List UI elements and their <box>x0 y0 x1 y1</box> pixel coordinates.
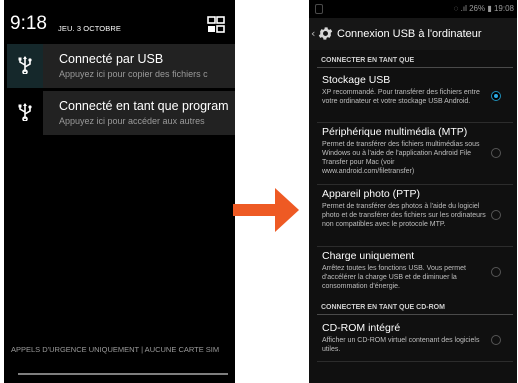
radio-button[interactable] <box>491 267 501 277</box>
left-phone-screen: 9:18 JEU. 3 OCTOBRE Connecté par USB App… <box>4 0 235 383</box>
option-title: CD-ROM intégré <box>322 322 401 334</box>
option-title: Appareil photo (PTP) <box>322 188 421 200</box>
notification-header: 9:18 JEU. 3 OCTOBRE <box>4 8 235 42</box>
option-title: Périphérique multimédia (MTP) <box>322 126 468 138</box>
usb-status-icon <box>315 4 323 14</box>
status-bar: ◌ .ıl 26% ▮ 19:08 <box>309 0 517 18</box>
notification-title: Connecté par USB <box>59 52 164 66</box>
list-divider <box>317 361 513 362</box>
radio-button-selected[interactable] <box>491 91 501 101</box>
clock-time: 9:18 <box>10 13 47 34</box>
battery-percent: 26% <box>469 4 486 13</box>
quick-settings-grid-icon[interactable] <box>207 16 225 33</box>
signal-icon: ◌ .ıl <box>453 4 470 13</box>
back-chevron-icon[interactable]: ‹ <box>311 27 315 40</box>
section-divider <box>317 67 513 68</box>
arrow-right-icon <box>233 188 299 232</box>
notification-subtitle: Appuyez ici pour accéder aux autres <box>59 116 205 126</box>
action-bar: ‹ Connexion USB à l'ordinateur <box>309 18 517 50</box>
section-header-connect-as: CONNECTER EN TANT QUE <box>321 57 415 64</box>
notification-title: Connecté en tant que program <box>59 99 229 113</box>
radio-button[interactable] <box>491 210 501 220</box>
usb-icon <box>7 91 43 135</box>
section-header-cdrom: CONNECTER EN TANT QUE CD-ROM <box>321 304 445 311</box>
notification-connected-as[interactable]: Connecté en tant que program Appuyez ici… <box>7 91 235 135</box>
radio-button[interactable] <box>491 148 501 158</box>
status-time: 19:08 <box>493 4 514 13</box>
option-cdrom[interactable]: CD-ROM intégré Afficher un CD-ROM virtue… <box>309 322 517 362</box>
radio-button[interactable] <box>491 335 501 345</box>
list-divider <box>317 246 513 247</box>
option-usb-storage[interactable]: Stockage USB XP recommandé. Pour transfé… <box>309 74 517 124</box>
section-divider <box>317 314 513 315</box>
option-description: Arrêtez toutes les fonctions USB. Vous p… <box>322 265 466 290</box>
notification-usb-connected[interactable]: Connecté par USB Appuyez ici pour copier… <box>7 44 235 88</box>
list-divider <box>317 184 513 185</box>
option-title: Charge uniquement <box>322 250 415 262</box>
option-title: Stockage USB <box>322 74 391 86</box>
option-ptp[interactable]: Appareil photo (PTP) Permet de transfére… <box>309 188 517 246</box>
emergency-calls-text: APPELS D'URGENCE UNIQUEMENT | AUCUNE CAR… <box>11 345 220 354</box>
settings-gear-icon[interactable] <box>317 25 334 42</box>
status-indicators: ◌ .ıl 26% ▮ 19:08 <box>454 4 514 13</box>
screen-title: Connexion USB à l'ordinateur <box>337 28 482 40</box>
option-description: Permet de transférer des photos à l'aide… <box>322 203 486 228</box>
right-phone-screen: ◌ .ıl 26% ▮ 19:08 ‹ Connexion USB à l'or… <box>309 0 517 383</box>
option-charge-only[interactable]: Charge uniquement Arrêtez toutes les fon… <box>309 250 517 298</box>
usb-icon <box>7 44 43 88</box>
option-description: Permet de transférer des fichiers multim… <box>322 141 480 175</box>
option-description: Afficher un CD-ROM virtuel contenant des… <box>322 337 480 353</box>
option-description: XP recommandé. Pour transférer des fichi… <box>322 89 480 105</box>
notification-subtitle: Appuyez ici pour copier des fichiers c <box>59 69 208 79</box>
list-divider <box>317 122 513 123</box>
battery-icon: ▮ <box>487 4 492 13</box>
drag-handle[interactable] <box>18 373 228 375</box>
option-mtp[interactable]: Périphérique multimédia (MTP) Permet de … <box>309 126 517 184</box>
clock-date: JEU. 3 OCTOBRE <box>58 24 121 33</box>
